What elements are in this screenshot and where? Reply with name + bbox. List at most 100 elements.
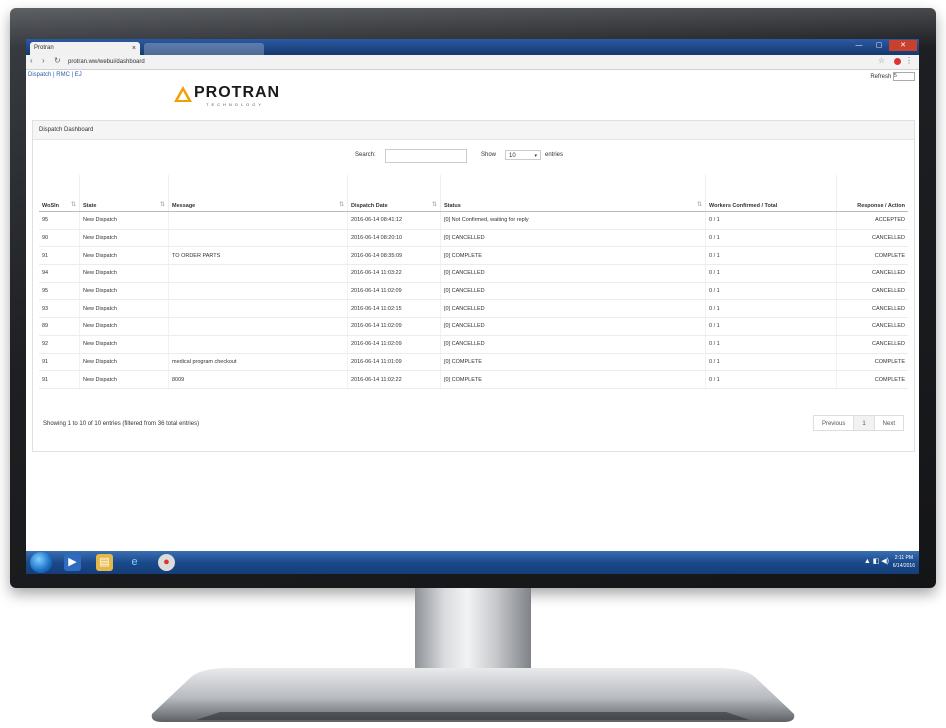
extension-icon[interactable]	[894, 58, 901, 65]
cell-state: New Dispatch	[79, 317, 169, 336]
cell-response: COMPLETE	[836, 246, 908, 266]
previous-page-button[interactable]: Previous	[812, 415, 855, 431]
column-header-response[interactable]: Response / Action	[836, 175, 908, 212]
cell-message	[168, 229, 348, 248]
dispatch-table: WoSIn ⇅ State ⇅ Message ⇅ Dispatch Date ⇅ St…	[39, 175, 908, 389]
cell-status: [0] CANCELLED	[440, 282, 706, 301]
cell-state: New Dispatch	[79, 299, 169, 319]
cell-message	[168, 211, 348, 230]
cell-status: [0] CANCELLED	[440, 229, 706, 248]
cell-state: New Dispatch	[79, 229, 169, 248]
chrome-icon[interactable]: ●	[158, 554, 175, 571]
new-tab-button[interactable]	[144, 43, 264, 55]
cell-workers: 0 / 1	[705, 282, 837, 301]
cell-state: New Dispatch	[79, 370, 169, 389]
reload-icon[interactable]: ↻	[54, 56, 61, 65]
url-field[interactable]: protran.ww/webui/dashboard	[68, 57, 848, 67]
cell-id: 94	[39, 264, 80, 283]
web-page: Dispatch | RMC | EJ Refresh 5 PROTRAN TE…	[26, 70, 919, 551]
internet-explorer-icon[interactable]: e	[126, 554, 143, 571]
sort-icon[interactable]: ⇅	[432, 201, 437, 208]
sort-icon[interactable]: ⇅	[160, 201, 165, 208]
cell-status: [0] COMPLETE	[440, 353, 706, 372]
close-window-icon[interactable]: ✕	[889, 40, 917, 51]
table-row[interactable]: 91 New Dispatch medical program checkout 20…	[39, 353, 908, 372]
cell-state: New Dispatch	[79, 353, 169, 372]
cell-workers: 0 / 1	[705, 264, 837, 283]
tab-close-icon[interactable]: ×	[132, 42, 136, 55]
search-label: Search:	[355, 152, 376, 158]
cell-message	[168, 282, 348, 301]
cell-date: 2016-06-14 11:02:09	[347, 317, 441, 336]
refresh-select[interactable]: 5	[893, 72, 915, 81]
table-body: 95 New Dispatch 2016-06-14 08:41:12 [0] Not…	[39, 211, 908, 389]
cell-message: TO ORDER PARTS	[168, 246, 348, 266]
cell-message	[168, 299, 348, 319]
cell-workers: 0 / 1	[705, 353, 837, 372]
logo-text: PROTRAN	[194, 84, 281, 101]
cell-response: CANCELLED	[836, 264, 908, 283]
table-row[interactable]: 91 New Dispatch 8009 2016-06-14 11:02:22 [0]…	[39, 370, 908, 389]
column-header-state[interactable]: State ⇅	[79, 175, 169, 212]
bookmark-star-icon[interactable]: ☆	[878, 56, 885, 65]
column-header-message[interactable]: Message ⇅	[168, 175, 348, 212]
column-header-id[interactable]: WoSIn ⇅	[39, 175, 80, 212]
browser-tab-strip: Protran × — ▢ ✕	[26, 39, 919, 55]
cell-id: 91	[39, 246, 80, 266]
table-row[interactable]: 92 New Dispatch 2016-06-14 11:02:09 [0] CAN…	[39, 335, 908, 354]
table-row[interactable]: 90 New Dispatch 2016-06-14 08:20:10 [0] CAN…	[39, 229, 908, 248]
top-nav-links[interactable]: Dispatch | RMC | EJ	[28, 72, 82, 78]
cell-response: CANCELLED	[836, 317, 908, 336]
cell-workers: 0 / 1	[705, 317, 837, 336]
sort-icon[interactable]: ⇅	[697, 201, 702, 208]
column-header-workers[interactable]: Workers Confirmed / Total	[705, 175, 837, 212]
clock-time: 2:11 PM	[894, 555, 913, 561]
cell-status: [0] CANCELLED	[440, 317, 706, 336]
sort-icon[interactable]: ⇅	[339, 201, 344, 208]
column-header-status[interactable]: Status ⇅	[440, 175, 706, 212]
table-controls: Search: Show 10 ▾ entries	[33, 149, 914, 163]
media-player-icon[interactable]: ▶	[64, 554, 81, 571]
cell-workers: 0 / 1	[705, 370, 837, 389]
cell-date: 2016-06-14 11:03:22	[347, 264, 441, 283]
browser-menu-icon[interactable]: ⋮	[905, 56, 913, 65]
cell-state: New Dispatch	[79, 246, 169, 266]
entries-per-page-select[interactable]: 10 ▾	[505, 150, 541, 160]
pagination: Previous 1 Next	[812, 415, 904, 431]
system-tray[interactable]: ▲ ◧ ◀)	[864, 557, 889, 565]
refresh-control: Refresh 5	[870, 72, 915, 81]
table-row[interactable]: 95 New Dispatch 2016-06-14 11:02:09 [0] CAN…	[39, 282, 908, 301]
maximize-icon[interactable]: ▢	[869, 40, 889, 51]
cell-date: 2016-06-14 11:02:09	[347, 282, 441, 301]
table-row[interactable]: 89 New Dispatch 2016-06-14 11:02:09 [0] CAN…	[39, 317, 908, 336]
cell-message	[168, 264, 348, 283]
start-button-icon[interactable]	[30, 552, 52, 573]
column-header-dispatch-date[interactable]: Dispatch Date ⇅	[347, 175, 441, 212]
table-row[interactable]: 94 New Dispatch 2016-06-14 11:03:22 [0] CAN…	[39, 264, 908, 283]
file-explorer-icon[interactable]: ▤	[96, 554, 113, 571]
windows-taskbar: ▶ ▤ e ● ▲ ◧ ◀) 2:11 PM 6/14/2016	[26, 551, 919, 574]
clock[interactable]: 2:11 PM 6/14/2016	[893, 554, 915, 570]
minimize-icon[interactable]: —	[849, 40, 869, 51]
cell-message: medical program checkout	[168, 353, 348, 372]
cell-message: 8009	[168, 370, 348, 389]
cell-response: COMPLETE	[836, 353, 908, 372]
cell-id: 92	[39, 335, 80, 354]
back-arrow-icon[interactable]: ‹	[30, 56, 33, 65]
cell-status: [0] CANCELLED	[440, 335, 706, 354]
show-label: Show	[481, 152, 497, 158]
cell-state: New Dispatch	[79, 335, 169, 354]
sort-icon[interactable]: ⇅	[71, 201, 76, 208]
logo-triangle-icon	[174, 86, 192, 102]
cell-date: 2016-06-14 11:02:09	[347, 335, 441, 354]
next-page-button[interactable]: Next	[873, 415, 904, 431]
page-1-button[interactable]: 1	[853, 415, 875, 431]
table-row[interactable]: 95 New Dispatch 2016-06-14 08:41:12 [0] Not…	[39, 211, 908, 230]
search-input[interactable]	[385, 149, 467, 163]
table-row[interactable]: 91 New Dispatch TO ORDER PARTS 2016-06-14 0…	[39, 246, 908, 266]
forward-arrow-icon[interactable]: ›	[42, 56, 45, 65]
table-row[interactable]: 93 New Dispatch 2016-06-14 11:02:15 [0] CAN…	[39, 299, 908, 319]
cell-workers: 0 / 1	[705, 211, 837, 230]
browser-tab[interactable]: Protran ×	[30, 42, 140, 55]
window-controls: — ▢ ✕	[849, 40, 917, 52]
